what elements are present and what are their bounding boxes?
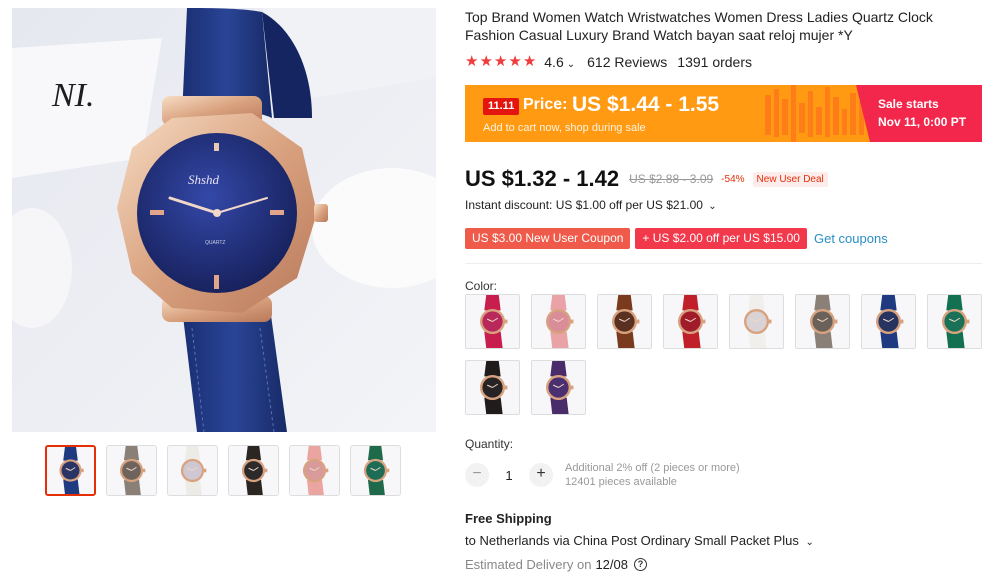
white-watch-thumbnail[interactable]	[167, 445, 218, 496]
discount-percent: -54%	[721, 173, 745, 185]
current-price: US $1.32 - 1.42	[465, 166, 620, 191]
color-option-grey[interactable]	[795, 294, 850, 349]
sale-subtitle: Add to cart now, shop during sale	[483, 122, 646, 134]
pink-watch-thumbnail[interactable]	[289, 445, 340, 496]
color-option-rose-red[interactable]	[465, 294, 520, 349]
sale-starts-date: Nov 11, 0:00 PT	[878, 115, 967, 129]
product-info: Top Brand Women Watch Wristwatches Women…	[465, 8, 985, 572]
thumbnail-strip	[45, 445, 401, 496]
rating-row: ★ ★ ★ ★ ★ 4.6 ⌄ 612 Reviews 1391 orders	[465, 54, 752, 71]
backdrop-text: NI.	[51, 77, 95, 114]
sale-starts-label: Sale starts	[878, 97, 939, 111]
color-option-black[interactable]	[465, 360, 520, 415]
grey-watch-thumbnail[interactable]	[106, 445, 157, 496]
price-row: US $1.32 - 1.42 US $2.88 - 3.09 -54% New…	[465, 166, 828, 192]
sale-event-tag: 11.11	[483, 98, 520, 115]
stock-available: 12401 pieces available	[565, 476, 677, 488]
chevron-down-icon: ⌄	[805, 537, 814, 548]
estimated-delivery: Estimated Delivery on 12/08 ?	[465, 557, 647, 572]
star-icon: ★	[493, 53, 508, 70]
bulk-discount-note: Additional 2% off (2 pieces or more)	[565, 462, 740, 474]
star-icon: ★	[465, 53, 479, 70]
green-watch-thumbnail[interactable]	[350, 445, 401, 496]
black-watch-thumbnail[interactable]	[228, 445, 279, 496]
blue-watch-photo: NI. Shshd QUARTZ	[12, 8, 436, 432]
quantity-info: Additional 2% off (2 pieces or more) 124…	[565, 461, 740, 489]
sale-countdown: Sale starts Nov 11, 0:00 PT	[856, 85, 982, 142]
color-option-brown[interactable]	[597, 294, 652, 349]
shipping-method-selector[interactable]: to Netherlands via China Post Ordinary S…	[465, 533, 814, 548]
dial-sub-text: QUARTZ	[205, 240, 225, 246]
shipping-title: Free Shipping	[465, 511, 552, 526]
chevron-down-icon: ⌄	[566, 59, 576, 70]
new-user-deal-badge: New User Deal	[752, 171, 828, 187]
color-option-purple[interactable]	[531, 360, 586, 415]
color-swatches	[465, 294, 985, 415]
delivery-label: Estimated Delivery on	[465, 557, 592, 572]
increase-quantity-button[interactable]: +	[529, 463, 553, 487]
sale-price: US $1.44 - 1.55	[572, 93, 720, 116]
store-coupon[interactable]: + US $2.00 off per US $15.00	[635, 228, 807, 249]
help-icon[interactable]: ?	[634, 558, 647, 571]
coupon-row: US $3.00 New User Coupon + US $2.00 off …	[465, 228, 888, 249]
original-price: US $2.88 - 3.09	[629, 172, 714, 186]
quantity-input[interactable]: 1	[489, 468, 529, 483]
color-option-red[interactable]	[663, 294, 718, 349]
chevron-down-icon: ⌄	[708, 201, 717, 212]
reviews-link[interactable]: 612 Reviews	[587, 54, 667, 70]
color-option-pink[interactable]	[531, 294, 586, 349]
star-icon: ★	[508, 53, 522, 70]
decrease-quantity-button[interactable]: −	[465, 463, 489, 487]
color-option-green[interactable]	[927, 294, 982, 349]
color-label: Color:	[465, 279, 498, 293]
main-product-image[interactable]: NI. Shshd QUARTZ	[12, 8, 436, 432]
star-icon: ★	[522, 53, 537, 70]
quantity-stepper: − 1 + Additional 2% off (2 pieces or mor…	[465, 461, 740, 489]
orders-count: 1391 orders	[677, 54, 752, 70]
product-title: Top Brand Women Watch Wristwatches Women…	[465, 9, 933, 43]
color-option-white[interactable]	[729, 294, 784, 349]
dial-brand-text: Shshd	[188, 172, 220, 187]
delivery-date: 12/08	[595, 557, 628, 572]
get-coupons-link[interactable]: Get coupons	[814, 231, 888, 246]
color-option-blue[interactable]	[861, 294, 916, 349]
star-icon: ★	[479, 53, 493, 70]
blue-watch-thumbnail[interactable]	[45, 445, 96, 496]
divider	[465, 263, 982, 264]
star-rating[interactable]: ★ ★ ★ ★ ★	[465, 54, 536, 70]
new-user-coupon[interactable]: US $3.00 New User Coupon	[465, 228, 631, 249]
sale-banner: 11.11 Price: US $1.44 - 1.55 Add to cart…	[465, 85, 982, 142]
quantity-label: Quantity:	[465, 437, 514, 451]
instant-discount[interactable]: Instant discount: US $1.00 off per US $2…	[465, 198, 717, 212]
sale-price-label: Price:	[523, 96, 568, 113]
rating-score[interactable]: 4.6 ⌄	[544, 54, 575, 70]
